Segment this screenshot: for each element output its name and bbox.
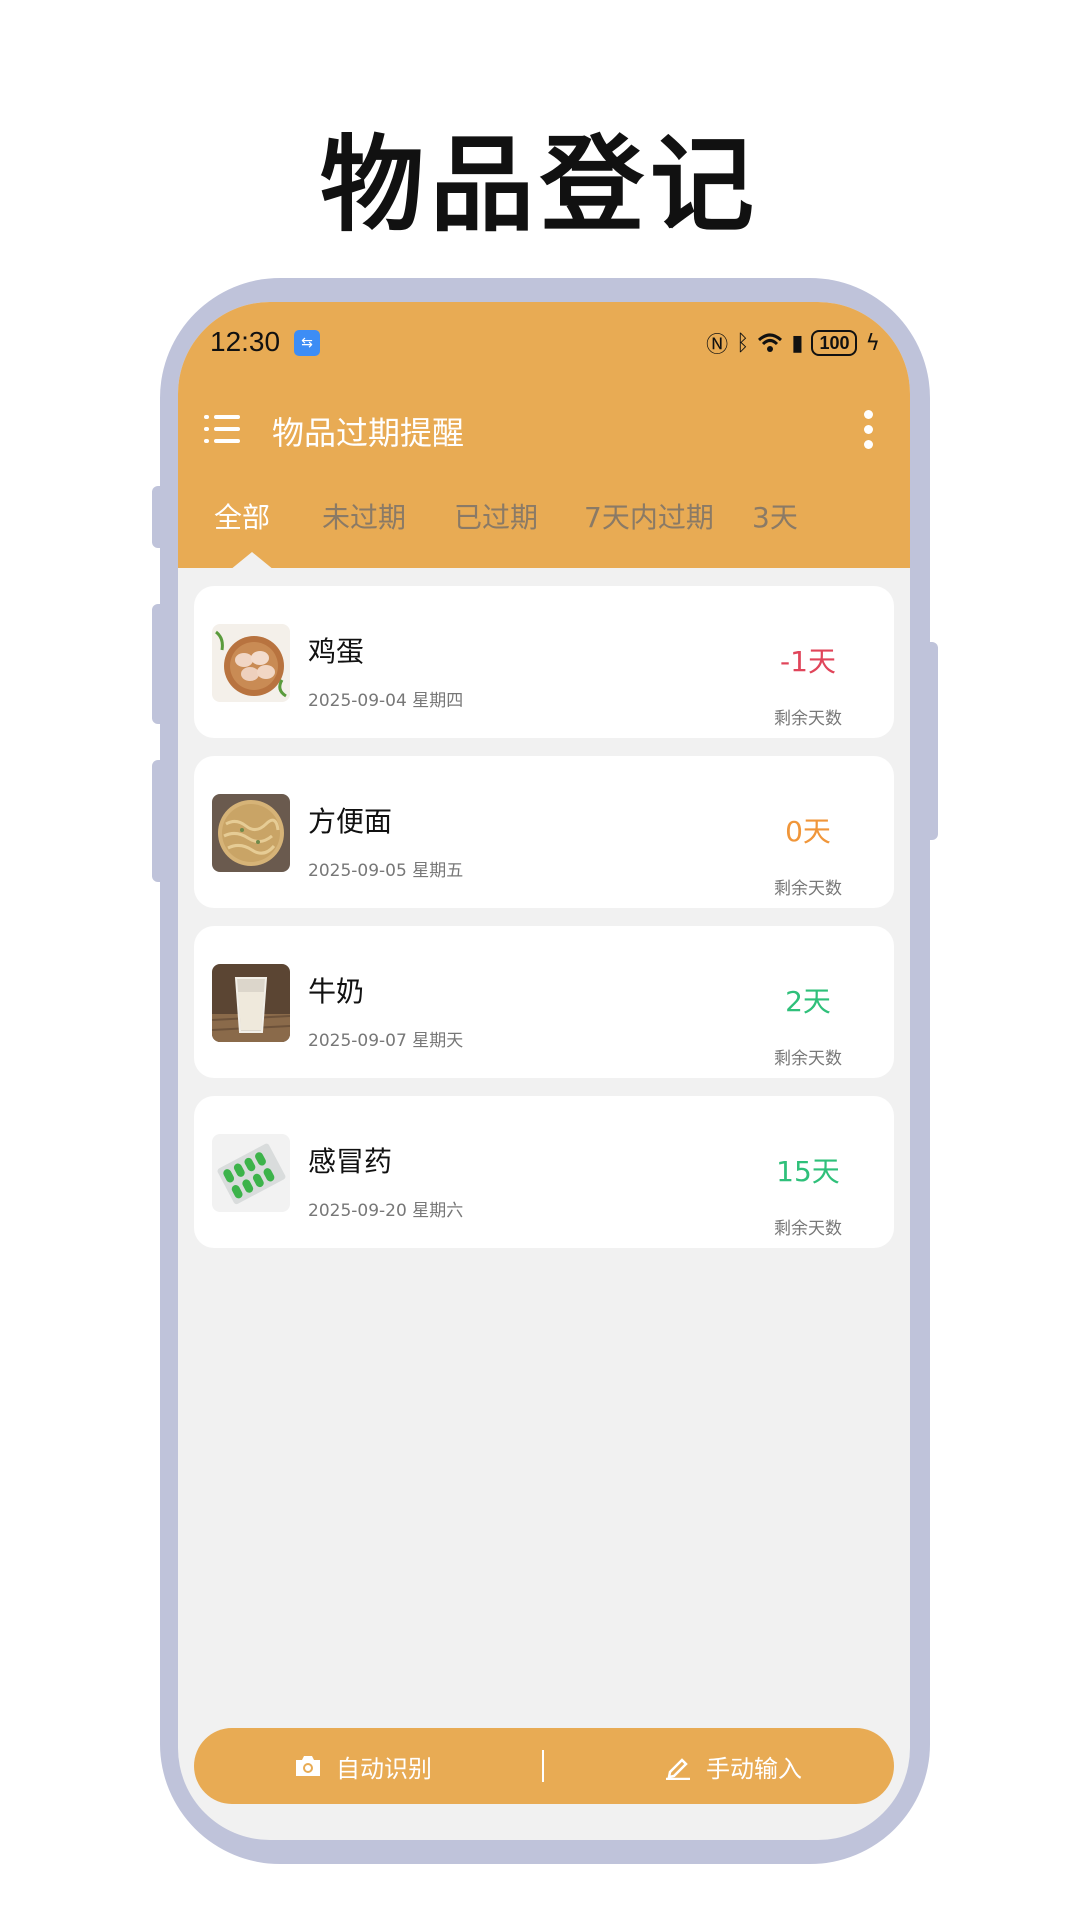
pencil-icon — [666, 1758, 690, 1780]
item-name: 牛奶 — [308, 975, 365, 1008]
wifi-icon — [758, 333, 783, 352]
app-bar: 物品过期提醒 — [178, 382, 910, 482]
sim-icon: ▮ — [791, 330, 804, 356]
promo-title: 物品登记 — [319, 124, 760, 246]
days-remaining-label: 剩余天数 — [774, 879, 842, 899]
manual-input-label: 手动输入 — [706, 1754, 802, 1783]
status-time: 12:30 — [210, 326, 281, 357]
item-date: 2025-09-04 星期四 — [308, 691, 464, 711]
battery-indicator: 100 — [811, 330, 858, 356]
charging-icon: ϟ — [865, 330, 880, 356]
days-remaining-label: 剩余天数 — [774, 709, 842, 729]
days-remaining: 2天 — [785, 985, 831, 1018]
status-icons: Ⓝ ᛒ ▮ 100 ϟ — [706, 326, 880, 360]
tab-expiring-7-days[interactable]: 7天内过期 — [584, 496, 714, 536]
more-options-icon[interactable] — [864, 410, 874, 450]
days-remaining: -1天 — [780, 645, 836, 678]
list-item[interactable]: 鸡蛋 2025-09-04 星期四 -1天 剩余天数 — [194, 586, 894, 738]
manual-input-button[interactable]: 手动输入 — [664, 1728, 802, 1804]
days-remaining: 15天 — [776, 1155, 840, 1188]
days-remaining: 0天 — [785, 815, 831, 848]
usb-icon: ⇆ — [294, 330, 320, 356]
phone-screen: 12:30 ⇆ Ⓝ ᛒ ▮ 100 ϟ 物品过期提醒 全部 未过期 已过期 7天… — [178, 302, 910, 1840]
camera-icon — [296, 1756, 320, 1776]
list-item[interactable]: 牛奶 2025-09-07 星期天 2天 剩余天数 — [194, 926, 894, 1078]
eggs-image — [212, 624, 290, 702]
tab-expired[interactable]: 已过期 — [454, 496, 538, 536]
tab-not-expired[interactable]: 未过期 — [322, 496, 406, 536]
auto-recognize-button[interactable]: 自动识别 — [294, 1728, 432, 1804]
nfc-icon: Ⓝ — [706, 333, 729, 358]
item-name: 鸡蛋 — [308, 635, 365, 668]
tab-all[interactable]: 全部 — [214, 496, 270, 536]
item-date: 2025-09-07 星期天 — [308, 1031, 464, 1051]
milk-image — [212, 964, 290, 1042]
days-remaining-label: 剩余天数 — [774, 1049, 842, 1069]
app-title: 物品过期提醒 — [272, 414, 465, 452]
status-bar: 12:30 ⇆ Ⓝ ᛒ ▮ 100 ϟ — [178, 302, 910, 382]
medicine-image — [212, 1134, 290, 1212]
tab-bar: 全部 未过期 已过期 7天内过期 3天 — [178, 482, 910, 568]
list-item[interactable]: 感冒药 2025-09-20 星期六 15天 剩余天数 — [194, 1096, 894, 1248]
instant-noodles-image — [212, 794, 290, 872]
auto-recognize-label: 自动识别 — [336, 1754, 432, 1783]
item-name: 感冒药 — [308, 1145, 393, 1178]
item-date: 2025-09-05 星期五 — [308, 861, 464, 881]
active-tab-indicator — [230, 552, 274, 570]
list-item[interactable]: 方便面 2025-09-05 星期五 0天 剩余天数 — [194, 756, 894, 908]
item-name: 方便面 — [308, 805, 393, 838]
bluetooth-icon: ᛒ — [736, 330, 750, 356]
item-date: 2025-09-20 星期六 — [308, 1201, 464, 1221]
menu-icon[interactable] — [204, 412, 240, 446]
bottom-bar-divider — [542, 1750, 544, 1782]
days-remaining-label: 剩余天数 — [774, 1219, 842, 1239]
bottom-action-bar: 自动识别 手动输入 — [194, 1728, 894, 1804]
tab-expiring-3-days[interactable]: 3天 — [752, 496, 798, 536]
